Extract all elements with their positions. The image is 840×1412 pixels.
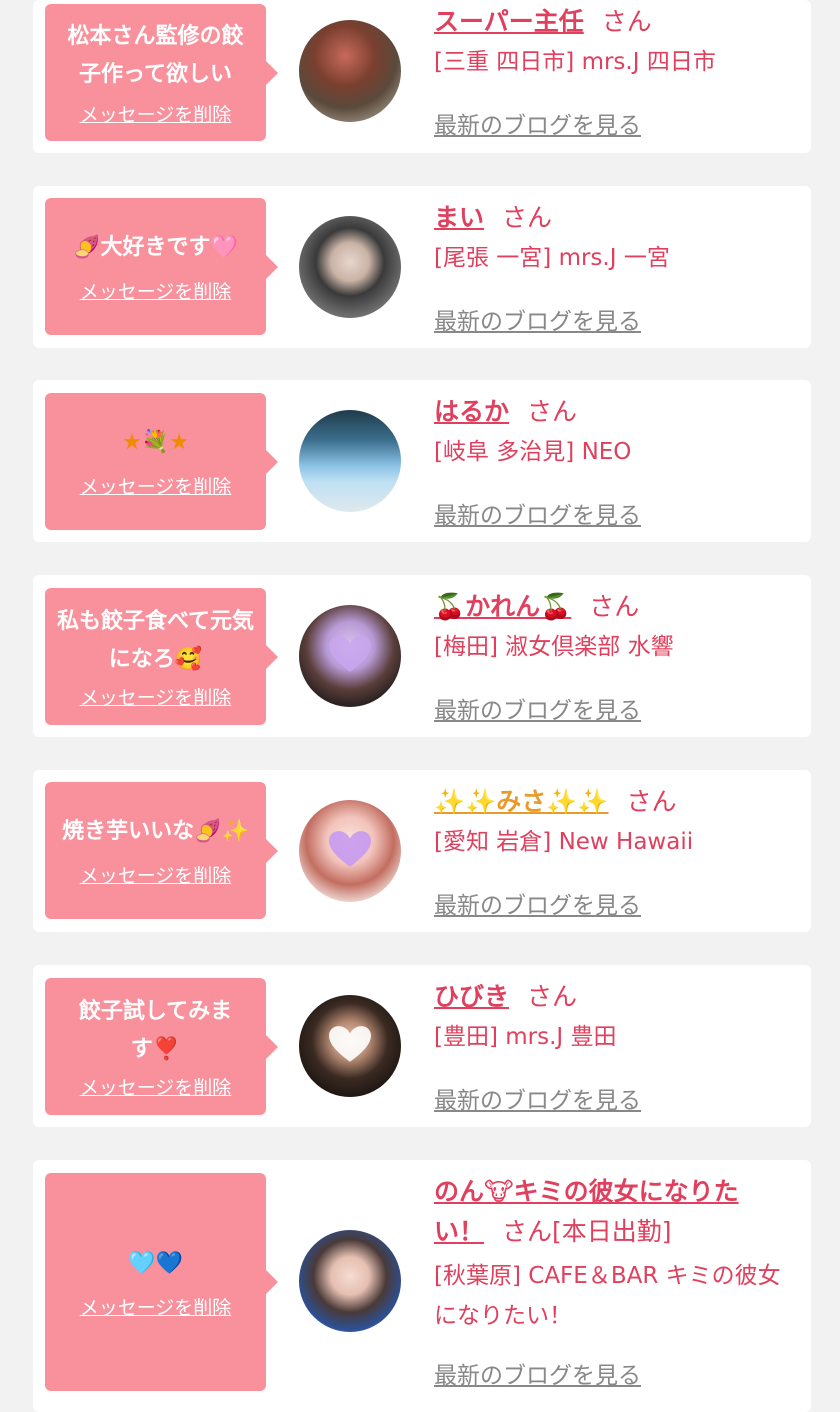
latest-blog-link[interactable]: 最新のブログを見る xyxy=(434,106,641,140)
girl-name-link[interactable]: まい xyxy=(434,203,484,232)
favorite-card: ★💐★ メッセージを削除 はるか さん [岐阜 多治見] NEO 最新のブログを見… xyxy=(33,380,811,542)
honorific: さん xyxy=(527,397,578,426)
shop-info: [岐阜 多治見] NEO xyxy=(434,439,632,465)
favorite-card: 私も餃子食べて元気になろ🥰 メッセージを削除 🍒かれん🍒 さん [梅田] 淑女倶楽… xyxy=(33,575,811,737)
delete-message-link[interactable]: メッセージを削除 xyxy=(80,683,232,710)
shop-info: [梅田] 淑女倶楽部 水響 xyxy=(434,634,674,660)
message-bubble: 松本さん監修の餃子作って欲しい メッセージを削除 xyxy=(45,4,278,141)
message-bubble: 私も餃子食べて元気になろ🥰 メッセージを削除 xyxy=(45,588,278,725)
honorific: さん xyxy=(601,7,652,36)
shop-info: [豊田] mrs.J 豊田 xyxy=(434,1024,617,1050)
girl-info: はるか さん [岐阜 多治見] NEO xyxy=(434,392,791,472)
girl-info: ✨✨みさ✨✨ さん [愛知 岩倉] New Hawaii xyxy=(434,782,791,862)
shop-info: [秋葉原] CAFE＆BAR キミの彼女になりたい！ xyxy=(434,1263,781,1329)
message-bubble: 餃子試してみます❣️ メッセージを削除 xyxy=(45,978,278,1115)
heart-icon xyxy=(329,831,371,867)
name-line: ✨✨みさ✨✨ さん xyxy=(434,782,791,822)
latest-blog-link[interactable]: 最新のブログを見る xyxy=(434,1081,641,1115)
girl-info: のん🐮キミの彼女になりたい！ さん[本日出勤] [秋葉原] CAFE＆BAR キミ… xyxy=(434,1172,791,1336)
avatar[interactable] xyxy=(299,410,401,512)
honorific: さん xyxy=(626,787,677,816)
avatar[interactable] xyxy=(299,995,401,1097)
honorific: さん xyxy=(527,982,578,1011)
avatar[interactable] xyxy=(299,20,401,122)
avatar[interactable] xyxy=(299,216,401,318)
girl-name-link[interactable]: ひびき xyxy=(434,982,509,1011)
message-bubble: 🩵💙 メッセージを削除 xyxy=(45,1173,278,1391)
avatar[interactable] xyxy=(299,605,401,707)
girl-name-link[interactable]: 🍒かれん🍒 xyxy=(434,592,571,621)
name-line: スーパー主任 さん xyxy=(434,2,791,42)
message-bubble: 🍠大好きです🩷 メッセージを削除 xyxy=(45,198,278,335)
delete-message-link[interactable]: メッセージを削除 xyxy=(80,1073,232,1100)
message-text: 松本さん監修の餃子作って欲しい xyxy=(67,24,244,87)
delete-message-link[interactable]: メッセージを削除 xyxy=(80,1293,232,1320)
latest-blog-link[interactable]: 最新のブログを見る xyxy=(434,886,641,920)
shop-info: [愛知 岩倉] New Hawaii xyxy=(434,829,694,855)
girl-info: ひびき さん [豊田] mrs.J 豊田 xyxy=(434,977,791,1057)
favorite-card: 🍠大好きです🩷 メッセージを削除 まい さん [尾張 一宮] mrs.J 一宮 最… xyxy=(33,186,811,348)
message-text: 🍠大好きです🩷 xyxy=(73,235,238,260)
name-line: 🍒かれん🍒 さん xyxy=(434,587,791,627)
heart-icon xyxy=(329,1026,371,1062)
girl-name-link[interactable]: スーパー主任 xyxy=(434,7,584,36)
name-line: のん🐮キミの彼女になりたい！ さん[本日出勤] xyxy=(434,1172,764,1252)
girl-name-link[interactable]: はるか xyxy=(434,397,509,426)
avatar[interactable] xyxy=(299,800,401,902)
delete-message-link[interactable]: メッセージを削除 xyxy=(80,100,232,127)
latest-blog-link[interactable]: 最新のブログを見る xyxy=(434,1356,641,1390)
honorific: さん[本日出勤] xyxy=(502,1217,672,1246)
latest-blog-link[interactable]: 最新のブログを見る xyxy=(434,496,641,530)
name-line: まい さん xyxy=(434,198,791,238)
message-bubble: ★💐★ メッセージを削除 xyxy=(45,393,278,530)
message-bubble: 焼き芋いいな🍠✨ メッセージを削除 xyxy=(45,782,278,919)
name-line: はるか さん xyxy=(434,392,791,432)
favorite-card: 松本さん監修の餃子作って欲しい メッセージを削除 スーパー主任 さん [三重 四日… xyxy=(33,0,811,153)
delete-message-link[interactable]: メッセージを削除 xyxy=(80,861,232,888)
name-line: ひびき さん xyxy=(434,977,791,1017)
message-text: 🩵💙 xyxy=(128,1250,183,1276)
delete-message-link[interactable]: メッセージを削除 xyxy=(80,277,232,304)
favorites-list: 松本さん監修の餃子作って欲しい メッセージを削除 スーパー主任 さん [三重 四日… xyxy=(0,0,840,1412)
avatar[interactable] xyxy=(299,1230,401,1332)
shop-info: [尾張 一宮] mrs.J 一宮 xyxy=(434,245,670,271)
honorific: さん xyxy=(502,203,553,232)
favorite-card: 🩵💙 メッセージを削除 のん🐮キミの彼女になりたい！ さん[本日出勤] [秋葉原]… xyxy=(33,1160,811,1412)
honorific: さん xyxy=(589,592,640,621)
message-text: 焼き芋いいな🍠✨ xyxy=(62,819,249,844)
message-text: 餃子試してみます❣️ xyxy=(78,999,233,1062)
girl-info: 🍒かれん🍒 さん [梅田] 淑女倶楽部 水響 xyxy=(434,587,791,667)
message-text: 私も餃子食べて元気になろ🥰 xyxy=(56,609,255,672)
girl-name-link[interactable]: ✨✨みさ✨✨ xyxy=(434,787,609,816)
favorite-card: 餃子試してみます❣️ メッセージを削除 ひびき さん [豊田] mrs.J 豊田 … xyxy=(33,965,811,1127)
girl-info: スーパー主任 さん [三重 四日市] mrs.J 四日市 xyxy=(434,2,791,82)
heart-icon xyxy=(329,636,371,672)
shop-info: [三重 四日市] mrs.J 四日市 xyxy=(434,49,716,75)
girl-info: まい さん [尾張 一宮] mrs.J 一宮 xyxy=(434,198,791,278)
latest-blog-link[interactable]: 最新のブログを見る xyxy=(434,302,641,336)
latest-blog-link[interactable]: 最新のブログを見る xyxy=(434,691,641,725)
favorite-card: 焼き芋いいな🍠✨ メッセージを削除 ✨✨みさ✨✨ さん [愛知 岩倉] New H… xyxy=(33,770,811,932)
message-text: ★💐★ xyxy=(122,430,189,455)
delete-message-link[interactable]: メッセージを削除 xyxy=(80,472,232,499)
